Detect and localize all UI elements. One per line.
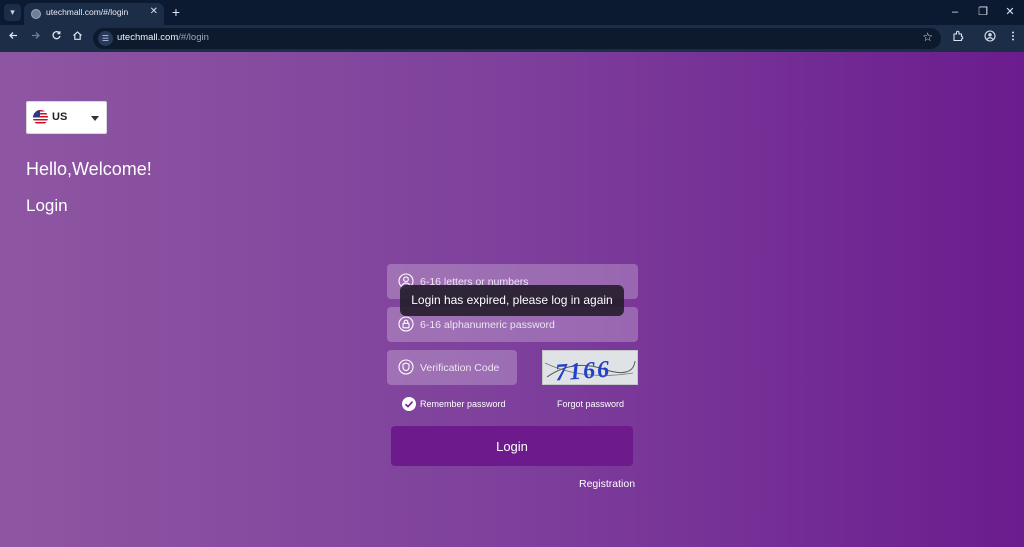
browser-tab-active[interactable]: utechmall.com/#/login ✕ <box>24 3 164 25</box>
us-flag-icon <box>33 110 48 125</box>
bookmark-star-icon[interactable]: ☆ <box>922 30 933 44</box>
window-minimize-button[interactable]: – <box>944 2 966 22</box>
caret-down-icon <box>91 116 99 121</box>
tab-title: utechmall.com/#/login <box>46 7 129 17</box>
language-code: US <box>52 111 68 123</box>
welcome-greeting: Hello,Welcome! <box>26 159 152 179</box>
browser-menu-icon[interactable] <box>1004 30 1021 47</box>
remember-password-label: Remember password <box>420 399 506 409</box>
forward-arrow-icon[interactable] <box>27 30 44 47</box>
session-expired-toast: Login has expired, please log in again <box>400 285 624 316</box>
verification-field[interactable] <box>387 350 517 385</box>
lock-icon <box>398 316 414 332</box>
browser-tab-strip: ▾ utechmall.com/#/login ✕ + – ❐ ✕ <box>0 0 1024 25</box>
profile-icon[interactable] <box>981 30 998 47</box>
shield-icon <box>398 359 414 375</box>
window-restore-button[interactable]: ❐ <box>972 2 994 22</box>
reload-icon[interactable] <box>48 30 65 47</box>
verification-input[interactable] <box>420 350 512 385</box>
site-info-icon[interactable]: ☰ <box>98 31 113 46</box>
globe-icon <box>31 9 41 19</box>
new-tab-button[interactable]: + <box>169 3 183 21</box>
window-close-button[interactable]: ✕ <box>999 2 1021 22</box>
checkmark-icon[interactable] <box>402 397 416 411</box>
captcha-image[interactable]: 7166 <box>542 350 638 385</box>
extensions-icon[interactable] <box>949 30 966 47</box>
registration-link[interactable]: Registration <box>579 478 635 490</box>
url-text: utechmall.com/#/login <box>117 32 209 43</box>
browser-toolbar: ☰ utechmall.com/#/login ☆ <box>0 25 1024 52</box>
address-bar[interactable]: ☰ utechmall.com/#/login ☆ <box>93 28 941 49</box>
home-icon[interactable] <box>69 30 86 47</box>
language-select[interactable]: US <box>26 101 107 134</box>
back-arrow-icon[interactable] <box>5 30 22 47</box>
login-button[interactable]: Login <box>391 426 633 466</box>
page-title: Login <box>26 196 68 215</box>
captcha-code: 7166 <box>554 357 612 385</box>
login-page: US Hello,Welcome! Login 7166 <box>0 52 1024 547</box>
tab-close-button[interactable]: ✕ <box>150 6 158 17</box>
forgot-password-link[interactable]: Forgot password <box>557 399 624 409</box>
tab-search-button[interactable]: ▾ <box>4 4 21 21</box>
